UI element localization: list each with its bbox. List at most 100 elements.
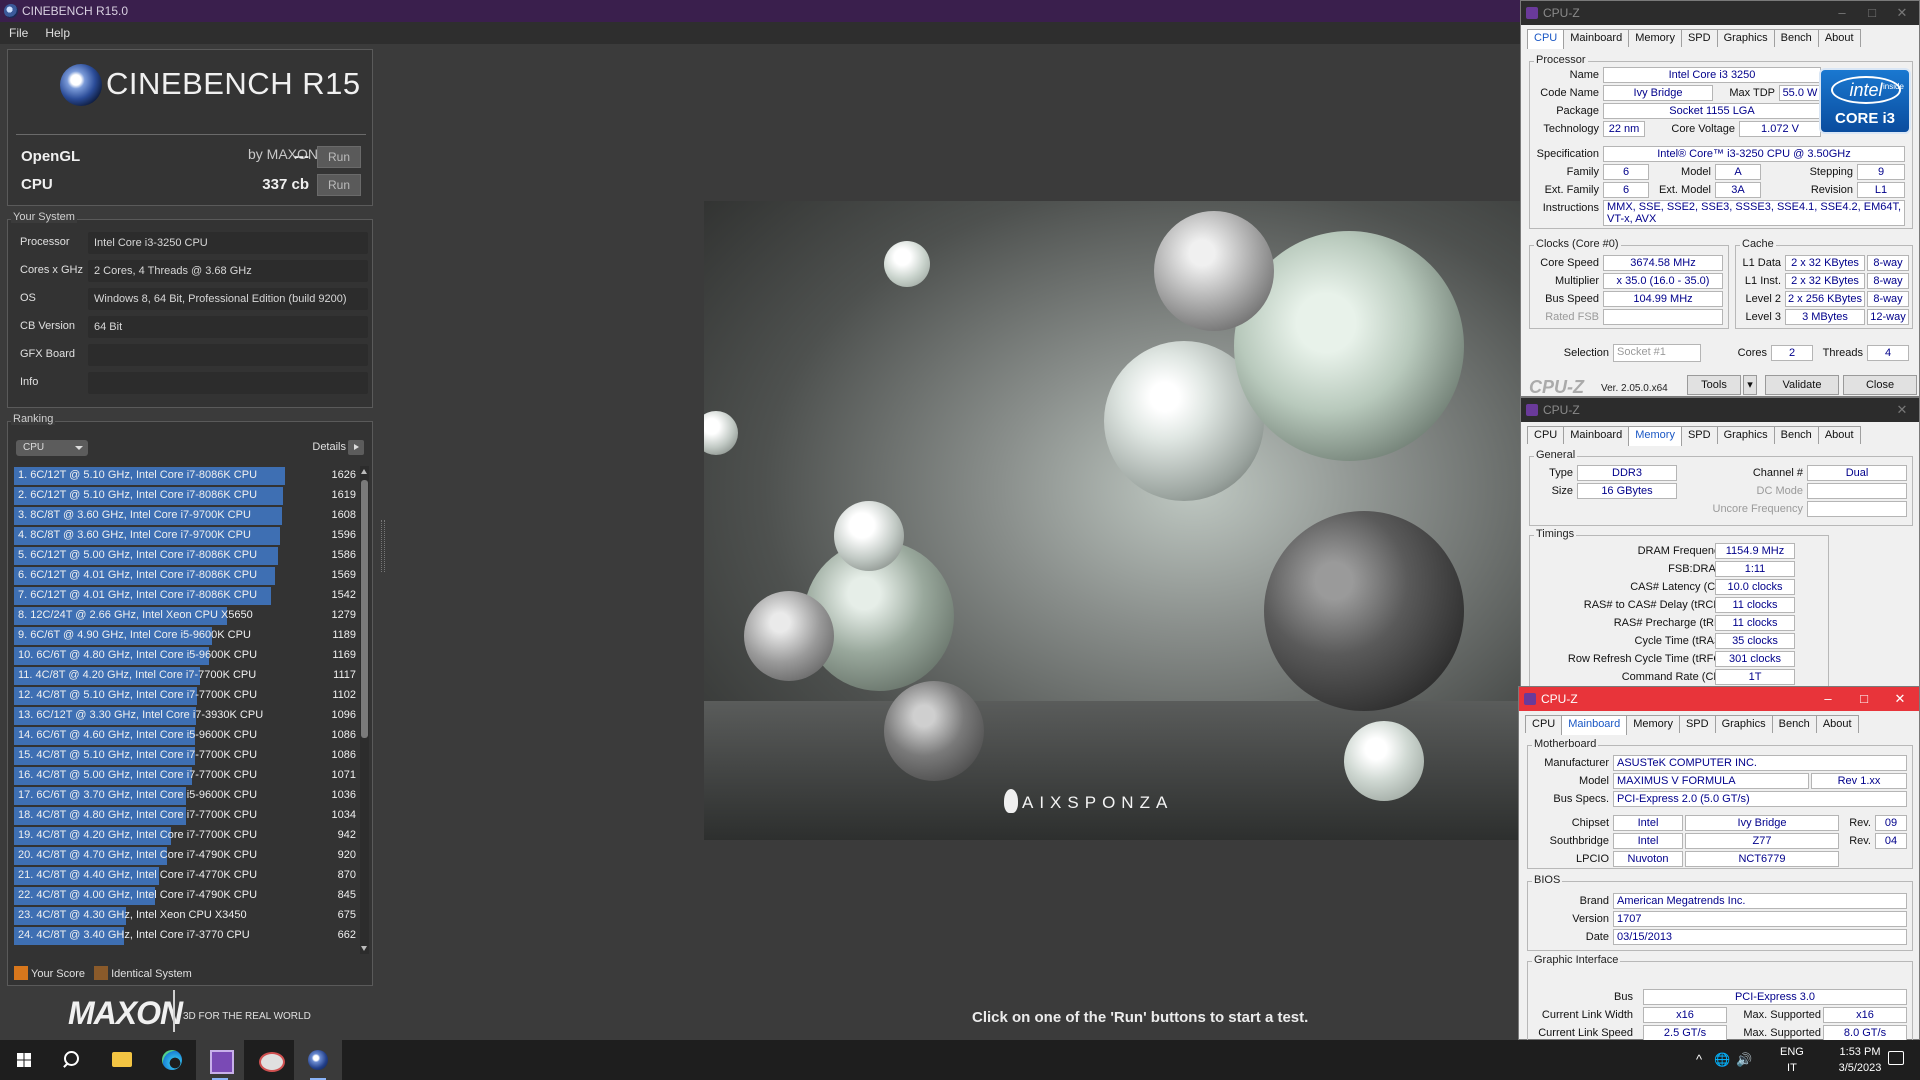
sys-value: 2 Cores, 4 Threads @ 3.68 GHz [88, 260, 368, 282]
cinebench-titlebar[interactable]: CINEBENCH R15.0 [0, 0, 1520, 22]
ranking-row[interactable]: 4. 8C/8T @ 3.60 GHz, Intel Core i7-9700K… [14, 526, 358, 546]
ranking-row[interactable]: 20. 4C/8T @ 4.70 GHz, Intel Core i7-4790… [14, 846, 358, 866]
timing-value: 301 clocks [1715, 651, 1795, 667]
cpuz-taskbar-icon[interactable] [196, 1040, 244, 1080]
ranking-row[interactable]: 14. 6C/6T @ 4.60 GHz, Intel Core i5-9600… [14, 726, 358, 746]
ranking-row[interactable]: 17. 6C/6T @ 3.70 GHz, Intel Core i5-9600… [14, 786, 358, 806]
tab-bench[interactable]: Bench [1771, 715, 1817, 733]
cpuz-titlebar[interactable]: CPU-Z – □ ✕ [1519, 687, 1919, 711]
ranking-row[interactable]: 22. 4C/8T @ 4.00 GHz, Intel Core i7-4790… [14, 886, 358, 906]
ranking-row[interactable]: 19. 4C/8T @ 4.20 GHz, Intel Core i7-7700… [14, 826, 358, 846]
tab-about[interactable]: About [1817, 426, 1861, 444]
ranking-row[interactable]: 13. 6C/12T @ 3.30 GHz, Intel Core i7-393… [14, 706, 358, 726]
ranking-row[interactable]: 8. 12C/24T @ 2.66 GHz, Intel Xeon CPU X5… [14, 606, 358, 626]
tab-cpu[interactable]: CPU [1525, 715, 1563, 733]
tab-spd[interactable]: SPD [1680, 426, 1718, 444]
info-field[interactable] [88, 372, 368, 394]
tab-graphics[interactable]: Graphics [1714, 715, 1773, 733]
validate-button[interactable]: Validate [1765, 375, 1839, 395]
tab-cpu[interactable]: CPU [1527, 426, 1565, 444]
tab-about[interactable]: About [1817, 29, 1861, 47]
socket-select[interactable]: Socket #1 [1613, 344, 1701, 362]
tab-spd[interactable]: SPD [1678, 715, 1716, 733]
start-button-windows-icon[interactable] [0, 1040, 48, 1080]
ranking-row[interactable]: 21. 4C/8T @ 4.40 GHz, Intel Core i7-4770… [14, 866, 358, 886]
ranking-row[interactable]: 24. 4C/8T @ 3.40 GHz, Intel Core i7-3770… [14, 926, 358, 946]
ranking-row[interactable]: 3. 8C/8T @ 3.60 GHz, Intel Core i7-9700K… [14, 506, 358, 526]
network-globe-icon[interactable]: 🌐 [1714, 1052, 1730, 1068]
tab-mainboard[interactable]: Mainboard [1563, 426, 1630, 444]
close-icon[interactable]: ✕ [1887, 398, 1917, 422]
ranking-row[interactable]: 1. 6C/12T @ 5.10 GHz, Intel Core i7-8086… [14, 466, 358, 486]
tab-mainboard[interactable]: Mainboard [1561, 715, 1628, 735]
maximize-icon[interactable]: □ [1857, 1, 1887, 25]
cpuz-titlebar[interactable]: CPU-Z ✕ [1521, 398, 1919, 422]
minimize-icon[interactable]: – [1813, 687, 1843, 711]
ranking-row[interactable]: 16. 4C/8T @ 5.00 GHz, Intel Core i7-7700… [14, 766, 358, 786]
ranking-row[interactable]: 12. 4C/8T @ 5.10 GHz, Intel Core i7-7700… [14, 686, 358, 706]
tab-memory[interactable]: Memory [1628, 29, 1682, 47]
ranking-row[interactable]: 9. 6C/6T @ 4.90 GHz, Intel Core i5-9600K… [14, 626, 358, 646]
ranking-row[interactable]: 23. 4C/8T @ 4.30 GHz, Intel Xeon CPU X34… [14, 906, 358, 926]
ranking-row[interactable]: 6. 6C/12T @ 4.01 GHz, Intel Core i7-8086… [14, 566, 358, 586]
ranking-row[interactable]: 15. 4C/8T @ 5.10 GHz, Intel Core i7-7700… [14, 746, 358, 766]
clock[interactable]: 1:53 PM 3/5/2023 [1826, 1044, 1894, 1076]
tab-cpu[interactable]: CPU [1527, 29, 1565, 49]
close-icon[interactable]: ✕ [1885, 687, 1915, 711]
tab-about[interactable]: About [1815, 715, 1859, 733]
cpu-run-button[interactable]: Run [317, 174, 361, 196]
ranking-row[interactable]: 18. 4C/8T @ 4.80 GHz, Intel Core i7-7700… [14, 806, 358, 826]
close-icon[interactable]: ✕ [1887, 1, 1917, 25]
ranking-list[interactable]: 1. 6C/12T @ 5.10 GHz, Intel Core i7-8086… [14, 466, 358, 954]
volume-icon[interactable]: 🔊 [1736, 1052, 1752, 1068]
ranking-scrollbar[interactable] [360, 466, 369, 954]
panel-splitter[interactable] [381, 520, 385, 572]
close-button[interactable]: Close [1843, 375, 1917, 395]
ranking-row[interactable]: 5. 6C/12T @ 5.00 GHz, Intel Core i7-8086… [14, 546, 358, 566]
system-row-cbversion: CB Version 64 Bit [14, 316, 368, 338]
minimize-icon[interactable]: – [1827, 1, 1857, 25]
timing-value: 11 clocks [1715, 597, 1795, 613]
scroll-thumb[interactable] [361, 480, 368, 738]
system-row-processor: Processor Intel Core i3-3250 CPU [14, 232, 368, 254]
threads-field: 4 [1867, 345, 1909, 361]
ranking-type-select[interactable]: CPU [16, 440, 88, 456]
menu-file[interactable]: File [9, 26, 28, 40]
language-indicator[interactable]: ENG IT [1780, 1044, 1804, 1076]
tab-bench[interactable]: Bench [1773, 426, 1819, 444]
revision-label: Revision [1810, 184, 1853, 196]
details-button[interactable] [348, 440, 364, 455]
tab-spd[interactable]: SPD [1680, 29, 1718, 47]
ranking-row[interactable]: 11. 4C/8T @ 4.20 GHz, Intel Core i7-7700… [14, 666, 358, 686]
gfx-board-field[interactable] [88, 344, 368, 366]
tab-graphics[interactable]: Graphics [1716, 426, 1775, 444]
scroll-up-icon[interactable] [361, 469, 367, 474]
ranking-row[interactable]: 7. 6C/12T @ 4.01 GHz, Intel Core i7-8086… [14, 586, 358, 606]
notification-icon[interactable] [1888, 1051, 1904, 1065]
tab-graphics[interactable]: Graphics [1716, 29, 1775, 47]
menu-help[interactable]: Help [45, 26, 70, 40]
tab-memory[interactable]: Memory [1628, 426, 1682, 446]
maximize-icon[interactable]: □ [1849, 687, 1879, 711]
lpcio-field: NCT6779 [1685, 851, 1839, 867]
tab-bench[interactable]: Bench [1773, 29, 1819, 47]
search-icon[interactable] [48, 1040, 96, 1080]
scroll-down-icon[interactable] [361, 946, 367, 951]
ranking-row[interactable]: 2. 6C/12T @ 5.10 GHz, Intel Core i7-8086… [14, 486, 358, 506]
tab-memory[interactable]: Memory [1626, 715, 1680, 733]
tools-dropdown-icon[interactable]: ▾ [1743, 375, 1757, 395]
cinebench-taskbar-icon[interactable] [294, 1040, 342, 1080]
opengl-run-button[interactable]: Run [317, 146, 361, 168]
monitoring-app-icon[interactable] [246, 1040, 294, 1080]
cpuz-titlebar[interactable]: CPU-Z – □ ✕ [1521, 1, 1919, 25]
ranking-row[interactable]: 10. 6C/6T @ 4.80 GHz, Intel Core i5-9600… [14, 646, 358, 666]
ranking-score: 1102 [332, 689, 356, 701]
tab-mainboard[interactable]: Mainboard [1563, 29, 1630, 47]
chipset-field: Ivy Bridge [1685, 815, 1839, 831]
edge-browser-icon[interactable] [148, 1040, 196, 1080]
tools-button[interactable]: Tools [1687, 375, 1741, 395]
chevron-up-icon[interactable]: ^ [1696, 1052, 1702, 1067]
ranking-label: 16. 4C/8T @ 5.00 GHz, Intel Core i7-7700… [18, 769, 258, 781]
file-explorer-icon[interactable] [98, 1040, 146, 1080]
timing-label: Cycle Time (tRAS) [1634, 635, 1725, 647]
